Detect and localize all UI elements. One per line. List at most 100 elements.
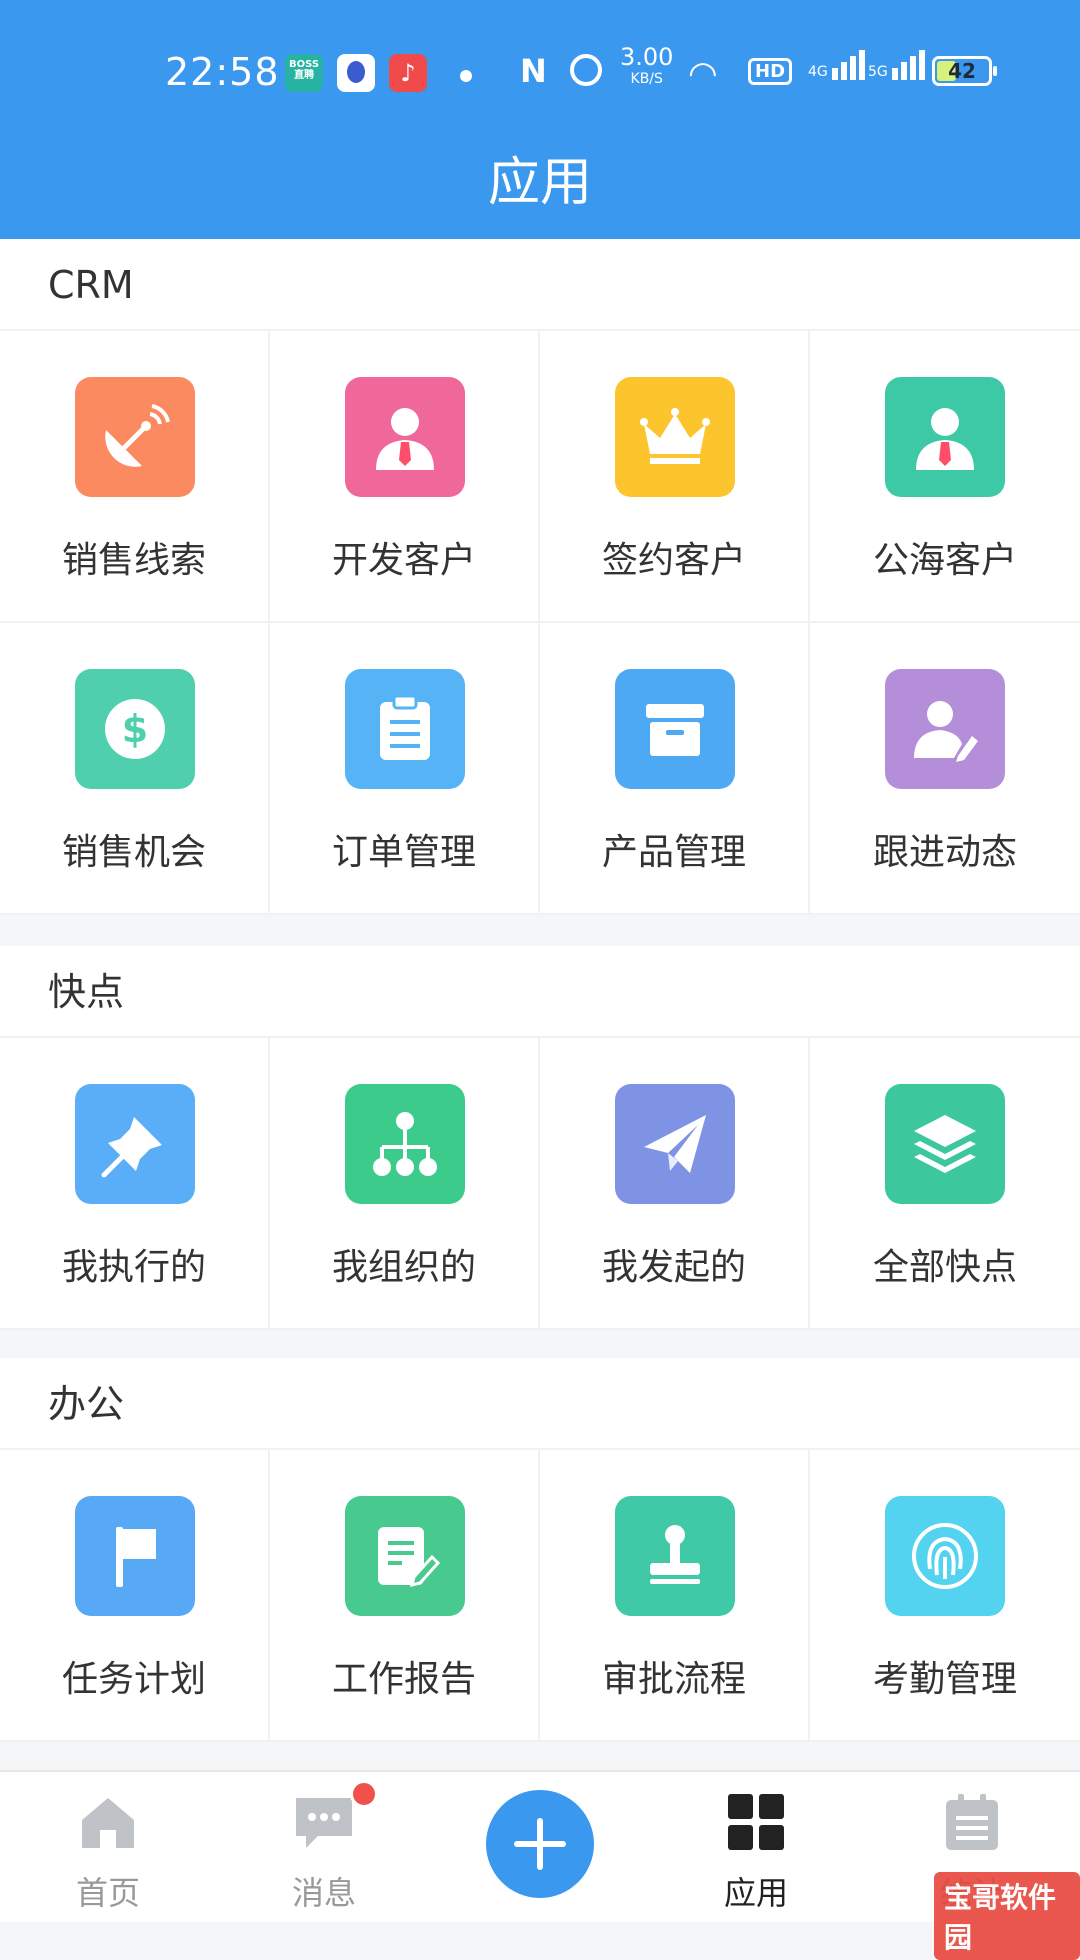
- app-tile[interactable]: 工作报告: [270, 1450, 540, 1742]
- layers-icon: [885, 1084, 1005, 1204]
- app-tile[interactable]: 公海客户: [810, 331, 1080, 623]
- network-speed: 3.00 KB/S: [620, 43, 674, 90]
- section-kuaidian: 快点 我执行的 我组织的 我发起的 全部快点: [0, 946, 1080, 1330]
- fingerprint-icon: [885, 1496, 1005, 1616]
- app-tile-label: 销售线索: [61, 540, 206, 581]
- wifi-icon: ◠: [688, 54, 718, 94]
- hd-voice-icon: HD: [748, 58, 793, 85]
- app-tile-label: 考勤管理: [872, 1659, 1017, 1700]
- boss-app-icon: BOSS 直聘: [285, 54, 323, 92]
- svg-text:$: $: [122, 707, 148, 751]
- app-tile[interactable]: 考勤管理: [810, 1450, 1080, 1742]
- status-time: 22:58: [165, 50, 280, 94]
- app-grid: 任务计划 工作报告 审批流程 考勤管理: [0, 1450, 1080, 1742]
- tab-home[interactable]: 首页: [0, 1772, 216, 1922]
- app-tile-label: 销售机会: [61, 832, 206, 873]
- flag-icon: [75, 1496, 195, 1616]
- qq-app-icon: [337, 54, 375, 92]
- businessman-icon: [885, 377, 1005, 497]
- dollar-coin-icon-glyph: $: [105, 699, 165, 759]
- signal-5g-label: 5G: [868, 64, 888, 80]
- app-grid: 销售线索 开发客户 签约客户 公海客户 $ 销售机会 订单管理 产品管理 跟进动态: [0, 331, 1080, 915]
- app-tile[interactable]: $ 销售机会: [0, 623, 270, 915]
- app-tile-label: 跟进动态: [872, 832, 1017, 873]
- grid-apps-icon: [728, 1794, 784, 1850]
- app-tile-label: 我执行的: [61, 1247, 206, 1288]
- app-tile[interactable]: 我发起的: [540, 1038, 810, 1330]
- section-office: 办公 任务计划 工作报告 审批流程 考勤管理: [0, 1358, 1080, 1742]
- flag-icon-glyph: [116, 1527, 156, 1587]
- stamp-icon-glyph: [650, 1525, 700, 1584]
- crown-icon-glyph: [640, 408, 710, 464]
- stamp-icon: [615, 1496, 735, 1616]
- dollar-coin-icon: $: [75, 669, 195, 789]
- pushpin-icon-glyph: [101, 1117, 162, 1178]
- report-edit-icon: [345, 1496, 465, 1616]
- signal-5g-icon: 5G: [868, 50, 928, 80]
- tab-apps[interactable]: 应用: [648, 1772, 864, 1922]
- paper-plane-icon-glyph: [644, 1115, 706, 1173]
- watermark: 宝哥软件园: [934, 1872, 1080, 1960]
- app-tile-label: 任务计划: [61, 1659, 206, 1700]
- app-tile[interactable]: 产品管理: [540, 623, 810, 915]
- status-bar: 22:58 BOSS 直聘 ♪ N 3.00 KB/S ◠ HD 4G 5G 42: [0, 40, 1080, 110]
- tab-apps-label: 应用: [723, 1874, 788, 1912]
- battery-icon: 42: [932, 56, 997, 86]
- satellite-dish-icon-glyph: [105, 404, 170, 467]
- app-tile[interactable]: 我执行的: [0, 1038, 270, 1330]
- app-grid: 我执行的 我组织的 我发起的 全部快点: [0, 1038, 1080, 1330]
- app-tile[interactable]: 我组织的: [270, 1038, 540, 1330]
- archive-box-icon: [615, 669, 735, 789]
- calendar-list-icon: [946, 1794, 998, 1850]
- app-tile[interactable]: 销售线索: [0, 331, 270, 623]
- clipboard-icon-glyph: [380, 694, 430, 760]
- message-bubble-icon: [296, 1798, 352, 1848]
- home-icon: [82, 1798, 134, 1848]
- businessman-icon: [345, 377, 465, 497]
- app-tile-label: 产品管理: [601, 832, 746, 873]
- report-edit-icon-glyph: [378, 1527, 441, 1588]
- user-edit-icon: [885, 669, 1005, 789]
- app-tile[interactable]: 跟进动态: [810, 623, 1080, 915]
- notification-dot-icon: [460, 70, 472, 82]
- paper-plane-icon: [615, 1084, 735, 1204]
- page-title: 应用: [487, 153, 592, 213]
- app-tile[interactable]: 订单管理: [270, 623, 540, 915]
- pushpin-icon: [75, 1084, 195, 1204]
- section-title: CRM: [0, 239, 1080, 331]
- org-chart-icon: [345, 1084, 465, 1204]
- businessman-icon-glyph: [376, 408, 434, 470]
- tab-messages[interactable]: 消息: [216, 1772, 432, 1922]
- network-speed-value: 3.00: [620, 43, 674, 71]
- app-tile-label: 签约客户: [601, 540, 746, 581]
- archive-box-icon-glyph: [646, 704, 704, 756]
- alarm-icon: [570, 54, 602, 86]
- add-button[interactable]: [486, 1790, 594, 1898]
- businessman-icon-glyph: [916, 408, 974, 470]
- crown-icon: [615, 377, 735, 497]
- user-edit-icon-glyph: [914, 701, 978, 762]
- fingerprint-icon-glyph: [912, 1523, 978, 1589]
- music-app-icon: ♪: [389, 54, 427, 92]
- org-chart-icon-glyph: [373, 1112, 437, 1176]
- app-tile[interactable]: 全部快点: [810, 1038, 1080, 1330]
- satellite-dish-icon: [75, 377, 195, 497]
- app-header: 22:58 BOSS 直聘 ♪ N 3.00 KB/S ◠ HD 4G 5G 42…: [0, 0, 1080, 239]
- app-tile-label: 开发客户: [331, 540, 476, 581]
- clipboard-icon: [345, 669, 465, 789]
- signal-4g-icon: 4G: [808, 50, 868, 80]
- app-tile-label: 我发起的: [601, 1247, 746, 1288]
- app-tile[interactable]: 任务计划: [0, 1450, 270, 1742]
- app-tile-label: 审批流程: [601, 1659, 746, 1700]
- section-title: 快点: [0, 946, 1080, 1038]
- tab-messages-label: 消息: [291, 1874, 356, 1912]
- signal-4g-label: 4G: [808, 64, 828, 80]
- battery-level-text: 42: [948, 59, 976, 83]
- section-title: 办公: [0, 1358, 1080, 1450]
- section-crm: CRM 销售线索 开发客户 签约客户 公海客户 $ 销售机会 订单管理 产品管理 跟进动态: [0, 239, 1080, 915]
- app-tile[interactable]: 审批流程: [540, 1450, 810, 1742]
- app-tile[interactable]: 开发客户: [270, 331, 540, 623]
- app-tile-label: 公海客户: [872, 540, 1017, 581]
- nfc-icon: N: [520, 52, 547, 90]
- app-tile[interactable]: 签约客户: [540, 331, 810, 623]
